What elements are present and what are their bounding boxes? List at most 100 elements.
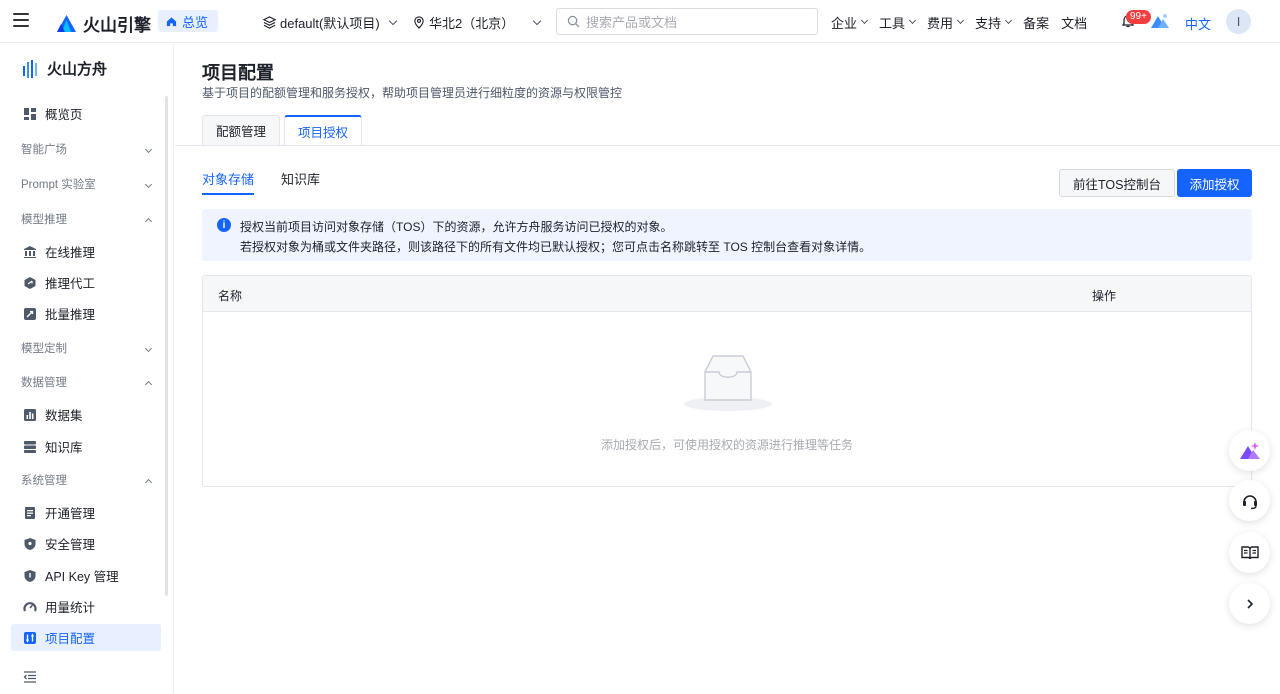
sidebar-item-label: 数据集	[45, 409, 83, 423]
chevron-down-icon	[860, 16, 869, 25]
page-subtitle: 基于项目的配额管理和服务授权，帮助项目管理员进行细粒度的资源与权限管控	[202, 86, 623, 100]
gauge-icon	[23, 601, 37, 611]
dashboard-icon	[24, 107, 36, 120]
sidebar-item-overview[interactable]: 概览页	[11, 100, 161, 127]
group-label: 数据管理	[21, 377, 67, 389]
customer-service-button[interactable]	[1229, 480, 1270, 521]
ark-logo-icon	[23, 59, 37, 78]
region-label: 华北2（北京）	[429, 16, 515, 31]
sidebar-item-label: 用量统计	[45, 601, 96, 615]
goto-tos-console-button[interactable]: 前往TOS控制台	[1059, 169, 1175, 197]
sidebar-group-prompt[interactable]: Prompt 实验室	[21, 175, 153, 193]
sidebar: 火山方舟 概览页 智能广场 Prompt 实验室 模型推理 在线推理 推理代工 …	[0, 43, 174, 694]
language-switch[interactable]: 中文	[1185, 14, 1211, 33]
collapse-sidebar-icon[interactable]	[23, 670, 37, 684]
sidebar-item-online-inference[interactable]: 在线推理	[11, 238, 161, 265]
sidebar-item-knowledge-base[interactable]: 知识库	[11, 433, 161, 460]
avatar[interactable]: I	[1226, 9, 1251, 34]
tab-quota-management[interactable]: 配额管理	[202, 115, 281, 145]
chevron-down-icon	[144, 145, 153, 153]
sidebar-item-batch-inference[interactable]: 批量推理	[11, 300, 161, 327]
nav-label: 企业	[831, 16, 858, 31]
sidebar-group-system[interactable]: 系统管理	[21, 471, 153, 489]
knowledge-base-icon	[24, 440, 36, 453]
add-authorization-button[interactable]: 添加授权	[1177, 169, 1252, 197]
document-list-icon	[25, 506, 35, 519]
layers-icon	[263, 16, 276, 29]
group-label: 模型推理	[21, 214, 67, 226]
sidebar-item-usage[interactable]: 用量统计	[11, 593, 161, 620]
sidebar-item-label: API Key 管理	[45, 570, 119, 584]
search-icon	[567, 15, 580, 28]
group-label: 系统管理	[21, 475, 67, 487]
nav-label: 费用	[927, 16, 954, 31]
nav-support[interactable]: 支持	[975, 13, 1013, 32]
sidebar-group-inference[interactable]: 模型推理	[21, 210, 153, 228]
sidebar-item-label: 批量推理	[45, 308, 96, 322]
chevron-down-icon	[957, 16, 965, 25]
chevron-up-icon	[144, 217, 153, 225]
nav-label: 支持	[975, 16, 1002, 31]
top-bar: 火山引擎 总览 default(默认项目) 华北2（北京） 搜索产品或文档 企业…	[0, 0, 1280, 43]
sidebar-item-api-key[interactable]: API Key 管理	[11, 562, 161, 589]
sidebar-brand-label: 火山方舟	[47, 61, 108, 78]
overview-button[interactable]: 总览	[158, 10, 219, 32]
column-header-actions: 操作	[1092, 289, 1117, 303]
group-label: 模型定制	[21, 343, 67, 355]
key-shield-icon	[24, 569, 36, 582]
sidebar-item-label: 知识库	[45, 441, 83, 455]
project-selector[interactable]: default(默认项目)	[263, 13, 397, 32]
nav-enterprise[interactable]: 企业	[831, 13, 869, 32]
tabs-divider	[175, 145, 1280, 146]
dataset-icon	[24, 408, 36, 421]
mountain-icon[interactable]	[1151, 13, 1169, 29]
nav-billing[interactable]: 费用	[927, 13, 965, 32]
subtab-knowledge-base[interactable]: 知识库	[281, 169, 320, 188]
sidebar-group-custom[interactable]: 模型定制	[21, 339, 153, 357]
sidebar-item-activation[interactable]: 开通管理	[11, 499, 161, 526]
sidebar-group-data[interactable]: 数据管理	[21, 373, 153, 391]
nav-beian[interactable]: 备案	[1023, 13, 1049, 32]
project-config-icon	[24, 631, 36, 644]
sidebar-item-label: 开通管理	[45, 507, 96, 521]
bank-icon	[24, 245, 36, 258]
tab-project-authorization[interactable]: 项目授权	[284, 115, 363, 145]
sidebar-item-label: 项目配置	[45, 632, 96, 646]
sidebar-scrollbar[interactable]	[165, 96, 168, 596]
sidebar-item-agent-inference[interactable]: 推理代工	[11, 269, 161, 296]
sidebar-item-dataset[interactable]: 数据集	[11, 401, 161, 428]
nav-label: 工具	[879, 16, 906, 31]
sidebar-item-security[interactable]: 安全管理	[11, 530, 161, 557]
nav-docs[interactable]: 文档	[1061, 13, 1087, 32]
alert-line-2: 若授权对象为桶或文件夹路径，则该路径下的所有文件均已默认授权；您可点击名称跳转至…	[240, 240, 872, 254]
open-book-icon	[1240, 545, 1259, 559]
expand-panel-button[interactable]	[1229, 583, 1270, 624]
chevron-down-icon	[532, 16, 542, 25]
shield-icon	[24, 537, 36, 550]
chevron-down-icon	[144, 344, 153, 352]
docs-button[interactable]	[1229, 532, 1270, 573]
sidebar-item-label: 安全管理	[45, 538, 96, 552]
hamburger-menu-icon[interactable]	[13, 13, 29, 29]
sidebar-item-label: 推理代工	[45, 277, 96, 291]
chevron-up-icon	[144, 478, 153, 486]
chevron-down-icon	[1005, 16, 1013, 25]
volcano-logo-icon	[57, 15, 76, 32]
search-placeholder: 搜索产品或文档	[586, 15, 678, 30]
nav-label: 文档	[1061, 16, 1088, 31]
empty-inbox-icon	[684, 355, 772, 411]
sidebar-brand[interactable]: 火山方舟	[22, 58, 107, 79]
ai-assistant-button[interactable]	[1229, 430, 1270, 471]
nav-tools[interactable]: 工具	[879, 13, 917, 32]
main-content: 项目配置 基于项目的配额管理和服务授权，帮助项目管理员进行细粒度的资源与权限管控…	[175, 43, 1280, 694]
subtab-object-storage[interactable]: 对象存储	[202, 169, 255, 195]
chevron-down-icon	[388, 16, 397, 25]
region-selector[interactable]: 华北2（北京）	[413, 13, 542, 32]
sidebar-item-project-config[interactable]: 项目配置	[11, 624, 161, 651]
search-input[interactable]: 搜索产品或文档	[556, 8, 818, 35]
mountain-sparkle-icon	[1239, 441, 1260, 459]
brand-logo[interactable]: 火山引擎	[56, 11, 151, 36]
sidebar-group-plaza[interactable]: 智能广场	[21, 140, 153, 158]
column-header-name: 名称	[218, 289, 243, 303]
sidebar-item-label: 概览页	[45, 108, 83, 122]
